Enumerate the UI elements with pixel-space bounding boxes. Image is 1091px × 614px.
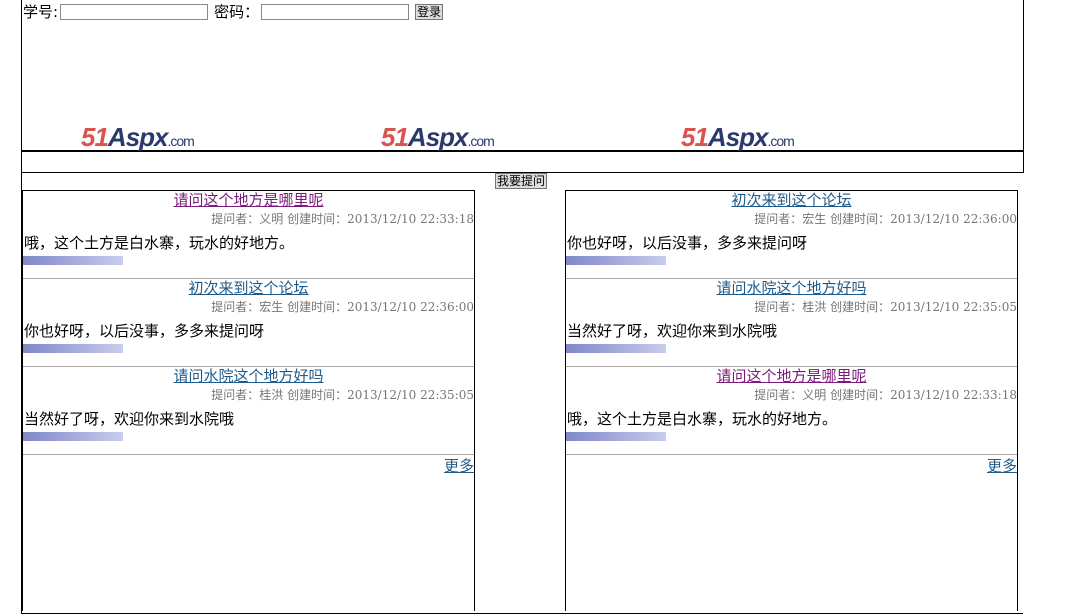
question-title-link[interactable]: 请问这个地方是哪里呢	[566, 367, 1017, 385]
answer-content: 当然好了呀，欢迎你来到水院哦	[567, 322, 778, 340]
login-form: 学号: 密码： 登录	[23, 1, 444, 22]
student-id-label: 学号:	[23, 3, 59, 21]
logo-3: 51Aspx.com	[681, 122, 795, 152]
answer-content: 你也好呀，以后没事，多多来提问呀	[24, 322, 265, 340]
decorative-bar	[566, 344, 666, 353]
answer-content: 你也好呀，以后没事，多多来提问呀	[567, 234, 808, 252]
password-input[interactable]	[261, 3, 410, 20]
left-question-list: 请问这个地方是哪里呢 提问者：义明 创建时间：2013/12/10 22:33:…	[22, 190, 475, 611]
question-title-link[interactable]: 初次来到这个论坛	[23, 279, 474, 297]
decorative-bar	[566, 432, 666, 441]
answer-content: 当然好了呀，欢迎你来到水院哦	[24, 410, 235, 428]
more-link[interactable]: 更多	[444, 455, 474, 476]
question-title-link[interactable]: 请问水院这个地方好吗	[23, 367, 474, 385]
question-item: 请问水院这个地方好吗 提问者：桂洪 创建时间：2013/12/10 22:35:…	[23, 367, 474, 455]
decorative-bar	[566, 256, 666, 265]
question-title-link[interactable]: 初次来到这个论坛	[566, 191, 1017, 209]
question-title-link[interactable]: 请问水院这个地方好吗	[566, 279, 1017, 297]
ask-question-button[interactable]: 我要提问	[495, 173, 548, 189]
answer-content: 哦，这个土方是白水寨，玩水的好地方。	[24, 234, 295, 252]
question-item: 初次来到这个论坛 提问者：宏生 创建时间：2013/12/10 22:36:00…	[23, 279, 474, 367]
logo-1: 51Aspx.com	[81, 122, 195, 152]
login-button[interactable]: 登录	[415, 3, 444, 20]
question-meta: 提问者：义明 创建时间：2013/12/10 22:33:18	[754, 388, 1017, 402]
question-meta: 提问者：宏生 创建时间：2013/12/10 22:36:00	[754, 212, 1017, 226]
question-item: 请问水院这个地方好吗 提问者：桂洪 创建时间：2013/12/10 22:35:…	[566, 279, 1017, 367]
decorative-bar	[23, 432, 123, 441]
question-item: 请问这个地方是哪里呢 提问者：义明 创建时间：2013/12/10 22:33:…	[23, 191, 474, 279]
question-meta: 提问者：义明 创建时间：2013/12/10 22:33:18	[211, 212, 474, 226]
decorative-bar	[23, 256, 123, 265]
question-item: 请问这个地方是哪里呢 提问者：义明 创建时间：2013/12/10 22:33:…	[566, 367, 1017, 455]
question-meta: 提问者：宏生 创建时间：2013/12/10 22:36:00	[211, 300, 474, 314]
question-meta: 提问者：桂洪 创建时间：2013/12/10 22:35:05	[754, 300, 1017, 314]
decorative-bar	[23, 344, 123, 353]
question-title-link[interactable]: 请问这个地方是哪里呢	[23, 191, 474, 209]
student-id-input[interactable]	[60, 3, 209, 20]
logo-2: 51Aspx.com	[381, 122, 495, 152]
question-meta: 提问者：桂洪 创建时间：2013/12/10 22:35:05	[211, 388, 474, 402]
answer-content: 哦，这个土方是白水寨，玩水的好地方。	[567, 410, 838, 428]
header-section: 学号: 密码： 登录 51Aspx.com 51Aspx.com 51Aspx.…	[21, 0, 1024, 152]
password-label: 密码：	[214, 3, 260, 21]
divider-row	[21, 151, 1024, 173]
more-link[interactable]: 更多	[987, 455, 1017, 476]
question-item: 初次来到这个论坛 提问者：宏生 创建时间：2013/12/10 22:36:00…	[566, 191, 1017, 279]
right-question-list: 初次来到这个论坛 提问者：宏生 创建时间：2013/12/10 22:36:00…	[565, 190, 1018, 611]
